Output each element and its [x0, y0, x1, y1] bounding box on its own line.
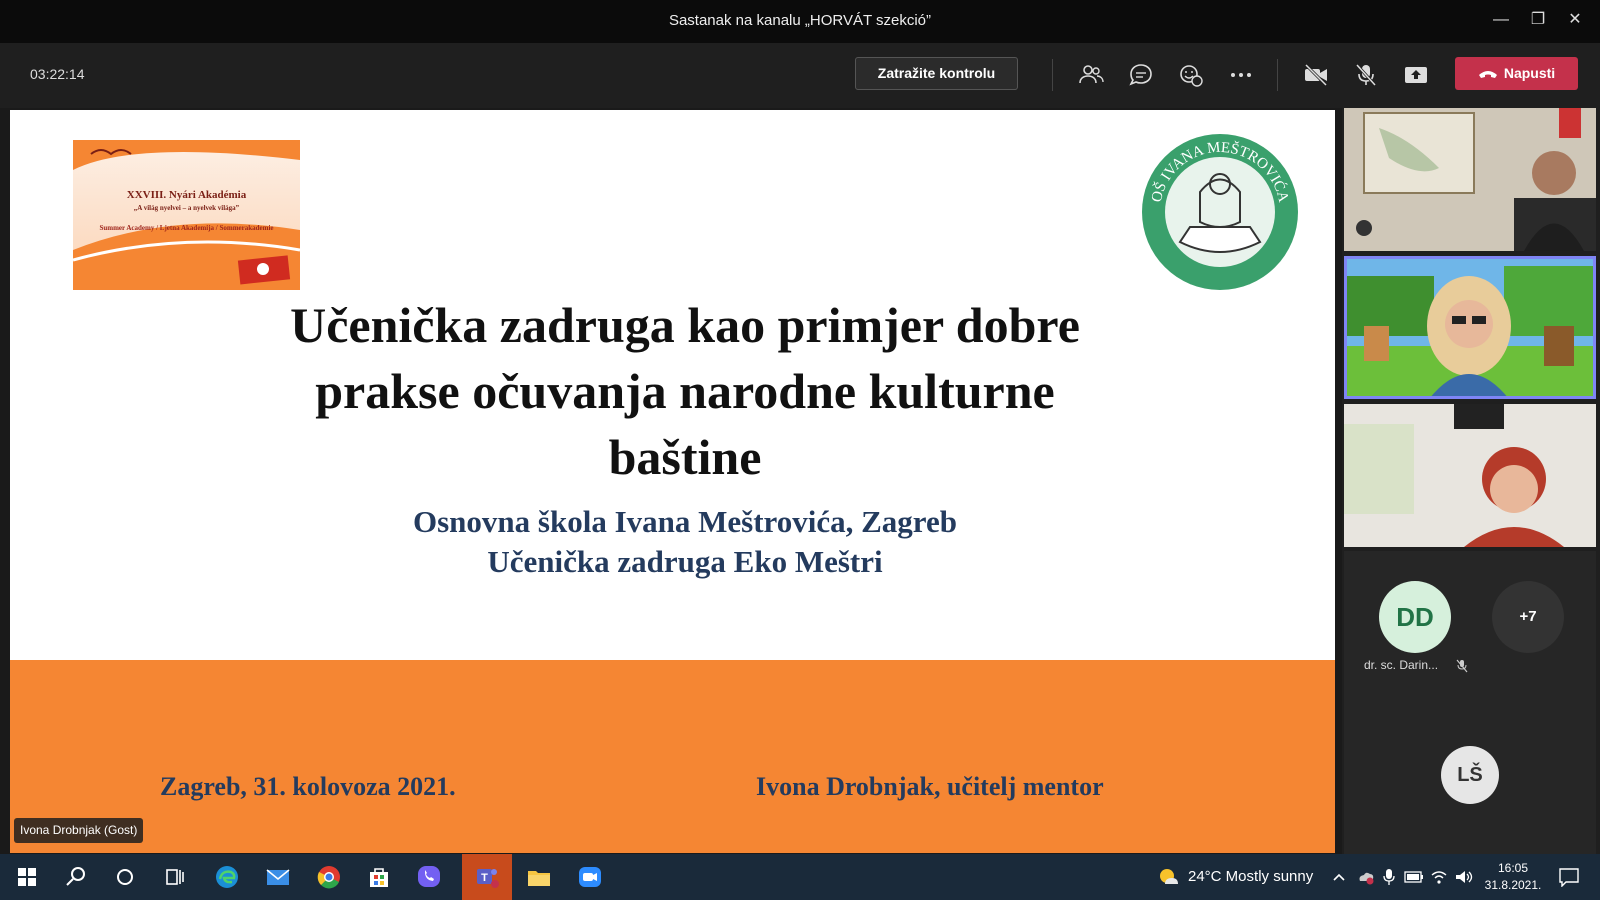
- onedrive-sync-icon[interactable]: [1357, 868, 1375, 886]
- close-icon[interactable]: ✕: [1560, 8, 1590, 32]
- meeting-stage: XXVIII. Nyári Akadémia „A világ nyelvei …: [0, 108, 1600, 854]
- academy-logo: XXVIII. Nyári Akadémia „A világ nyelvei …: [73, 140, 300, 290]
- slide-footer-date: Zagreb, 31. kolovoza 2021.: [160, 772, 456, 801]
- active-speaker-video-frame: [1344, 256, 1596, 399]
- participant-video-1[interactable]: [1344, 108, 1596, 251]
- chrome-icon[interactable]: [314, 862, 344, 892]
- academy-motto: „A világ nyelvei – a nyelvek világa”: [133, 204, 240, 212]
- slide-title: Učenička zadruga kao primjer dobre praks…: [190, 292, 1180, 490]
- cortana-icon[interactable]: [110, 862, 140, 892]
- muted-mic-icon: [1456, 659, 1468, 673]
- slide-title-line: baštine: [608, 429, 762, 485]
- camera-off-icon[interactable]: [1302, 61, 1330, 89]
- slide-orange-band: [10, 660, 1335, 853]
- more-participants-button[interactable]: +7: [1492, 581, 1564, 653]
- slide-subtitle-line: Osnovna škola Ivana Meštrovića, Zagreb: [413, 504, 957, 539]
- participants-icon[interactable]: [1077, 61, 1105, 89]
- participants-avatar-area: DD dr. sc. Darin... +7 LŠ: [1344, 551, 1596, 854]
- participant-video-active-speaker[interactable]: [1344, 256, 1596, 399]
- microphone-in-use-icon[interactable]: [1382, 868, 1396, 886]
- participant-video-2[interactable]: [1344, 404, 1596, 547]
- meeting-toolbar: 03:22:14 Zatražite kontrolu Napusti: [0, 43, 1600, 108]
- leave-button[interactable]: Napusti: [1455, 57, 1578, 90]
- teams-icon[interactable]: T: [472, 862, 502, 892]
- weather-widget[interactable]: 24°C Mostly sunny: [1188, 854, 1313, 900]
- windows-start-icon[interactable]: [12, 862, 42, 892]
- speaker-name-tag: Ivona Drobnjak (Gost): [14, 818, 144, 843]
- toolbar-divider: [1052, 59, 1053, 91]
- slide-footer-author: Ivona Drobnjak, učitelj mentor: [756, 772, 1104, 801]
- meeting-timer: 03:22:14: [30, 66, 85, 82]
- os-taskbar: T 24°C Mostly sunny 16:05 31.8.2021.: [0, 854, 1600, 900]
- notifications-icon[interactable]: [1558, 867, 1580, 887]
- avatar-dd[interactable]: DD: [1379, 581, 1451, 653]
- avatar-dd-name: dr. sc. Darin...: [1364, 658, 1439, 672]
- leave-button-label: Napusti: [1503, 65, 1556, 81]
- edge-browser-icon[interactable]: [212, 862, 242, 892]
- participant-video-1-frame: [1344, 108, 1596, 251]
- viber-icon[interactable]: [414, 862, 444, 892]
- chevron-up-icon[interactable]: [1332, 870, 1346, 884]
- file-explorer-icon[interactable]: [524, 862, 554, 892]
- zoom-icon[interactable]: [575, 862, 605, 892]
- school-logo: OŠ IVANA MEŠTROVIĆA: [1142, 134, 1298, 290]
- battery-icon[interactable]: [1404, 870, 1424, 884]
- slide-subtitle: Osnovna škola Ivana Meštrovića, Zagreb U…: [190, 502, 1180, 582]
- phone-hangup-icon: [1478, 71, 1497, 79]
- slide-title-line: prakse očuvanja narodne kulturne: [315, 363, 1055, 419]
- avatar-ls[interactable]: LŠ: [1441, 746, 1499, 804]
- wifi-icon[interactable]: [1430, 868, 1448, 886]
- volume-icon[interactable]: [1454, 868, 1474, 886]
- academy-logo-graphic: [73, 140, 300, 290]
- window-titlebar: Sastanak na kanalu „HORVÁT szekció” — ❐ …: [0, 0, 1600, 43]
- store-icon[interactable]: [364, 862, 394, 892]
- more-options-icon[interactable]: [1227, 61, 1255, 89]
- weather-sunny-icon: [1160, 869, 1178, 884]
- participant-video-2-frame: [1344, 404, 1596, 547]
- request-control-button[interactable]: Zatražite kontrolu: [855, 57, 1018, 90]
- mail-icon[interactable]: [263, 862, 293, 892]
- clock-time: 16:05: [1497, 861, 1529, 875]
- shared-slide: XXVIII. Nyári Akadémia „A világ nyelvei …: [10, 110, 1335, 853]
- reactions-icon[interactable]: [1177, 61, 1205, 89]
- chat-icon[interactable]: [1127, 61, 1155, 89]
- share-screen-icon[interactable]: [1402, 61, 1430, 89]
- system-clock[interactable]: 16:05 31.8.2021.: [1478, 860, 1548, 894]
- academy-languages: Summer Academy / Ljetna Akademija / Somm…: [99, 224, 274, 232]
- slide-subtitle-line: Učenička zadruga Eko Meštri: [487, 544, 883, 579]
- restore-icon[interactable]: ❐: [1523, 8, 1553, 32]
- clock-date: 31.8.2021.: [1484, 878, 1542, 892]
- slide-title-line: Učenička zadruga kao primjer dobre: [290, 297, 1080, 353]
- participants-panel: DD dr. sc. Darin... +7 LŠ: [1342, 108, 1600, 854]
- search-icon[interactable]: [61, 862, 91, 892]
- toolbar-divider: [1277, 59, 1278, 91]
- microphone-off-icon[interactable]: [1352, 61, 1380, 89]
- academy-title: XXVIII. Nyári Akadémia: [126, 189, 247, 201]
- minimize-icon[interactable]: —: [1486, 8, 1516, 32]
- task-view-icon[interactable]: [160, 862, 190, 892]
- svg-text:T: T: [481, 872, 488, 884]
- window-title: Sastanak na kanalu „HORVÁT szekció”: [668, 12, 932, 29]
